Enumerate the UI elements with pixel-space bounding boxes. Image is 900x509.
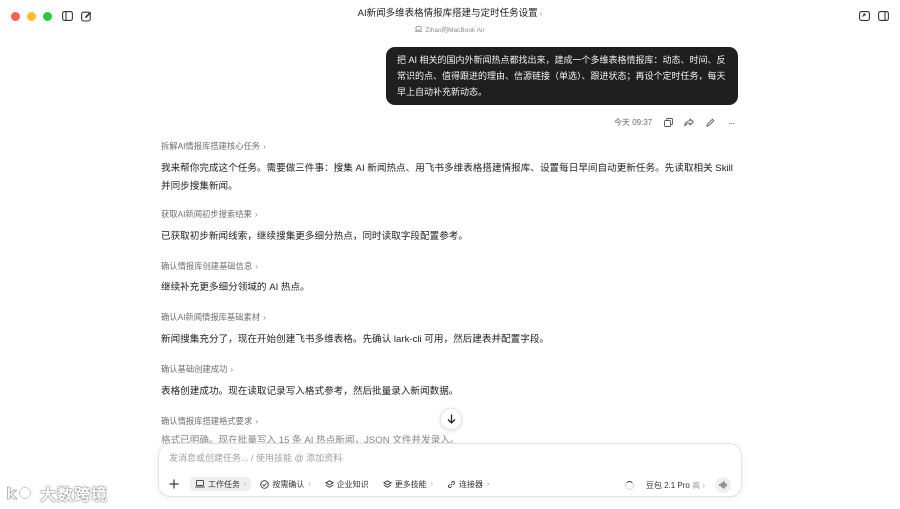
response-paragraph: 新闻搜集充分了，现在开始创建飞书多维表格。先确认 lark-cli 可用，然后建… bbox=[161, 334, 550, 345]
step-item[interactable]: 确认情报库搭建格式要求 › bbox=[161, 415, 258, 427]
watermark-text: 大数跨境 bbox=[40, 487, 109, 504]
add-attachment-button[interactable] bbox=[167, 477, 181, 491]
more-icon[interactable]: ··· bbox=[726, 118, 736, 128]
chip-label: 更多技能 bbox=[394, 479, 427, 489]
device-label: Zihao的MacBook Air bbox=[415, 24, 485, 34]
step-item[interactable]: 拆解AI情报库搭建核心任务 › bbox=[161, 140, 266, 152]
chevron-right-icon: › bbox=[539, 9, 543, 18]
chevron-right-icon: › bbox=[255, 416, 259, 426]
step-item[interactable]: 获取AI新闻初步搜索结果 › bbox=[161, 208, 258, 220]
chevron-right-icon: › bbox=[487, 480, 490, 488]
watermark: k 大数跨境 bbox=[6, 481, 108, 505]
edit-icon[interactable] bbox=[705, 118, 715, 128]
window-title-block: AI新闻多维表格情报库搭建与定时任务设置 › Zihao的MacBook Air bbox=[0, 5, 900, 37]
chevron-right-icon: › bbox=[702, 480, 705, 490]
chip-label: 工作任务 bbox=[208, 479, 240, 489]
window-title[interactable]: AI新闻多维表格情报库搭建与定时任务设置 › bbox=[0, 5, 900, 19]
user-message-bubble: 把 AI 相关的国内外新闻热点都找出来，建成一个多维表格情报库：动态、时间、反常… bbox=[386, 47, 738, 105]
chevron-right-icon: › bbox=[308, 480, 311, 488]
message-time: 今天 09:37 bbox=[614, 118, 653, 127]
step-label: 确认情报库创建基础信息 bbox=[161, 261, 253, 271]
step-label: 确认基础创建成功 bbox=[161, 364, 228, 374]
composer-toolbar: 工作任务 › 按需确认 › 企业知识 更多技能 › 连接器 › bbox=[167, 477, 498, 491]
model-tools: 豆包 2.1 Pro 高 › bbox=[624, 477, 731, 493]
model-selector[interactable]: 豆包 2.1 Pro 高 › bbox=[646, 480, 705, 491]
response-paragraph: 我来帮你完成这个任务。需要做三件事：搜集 AI 新闻热点、用飞书多维表格搭建情报… bbox=[161, 163, 733, 192]
panel-icon[interactable] bbox=[876, 9, 890, 23]
voice-input-button[interactable] bbox=[715, 477, 731, 493]
chevron-right-icon: › bbox=[255, 261, 259, 271]
model-name: 豆包 2.1 Pro bbox=[645, 480, 690, 490]
connector-chip[interactable]: 连接器 › bbox=[442, 477, 494, 491]
message-actions: 今天 09:37 ··· bbox=[614, 117, 736, 128]
step-item[interactable]: 确认情报库创建基础信息 › bbox=[161, 260, 258, 272]
step-item[interactable]: 确认AI新闻情报库基础素材 › bbox=[161, 311, 266, 323]
scroll-to-bottom-button[interactable] bbox=[440, 408, 462, 430]
step-item[interactable]: 确认基础创建成功 › bbox=[161, 363, 233, 375]
step-label: 确认情报库搭建格式要求 bbox=[161, 416, 253, 426]
user-message-text: 把 AI 相关的国内外新闻热点都找出来，建成一个多维表格情报库：动态、时间、反常… bbox=[397, 55, 726, 97]
forward-icon[interactable] bbox=[684, 118, 694, 128]
device-name: Zihao的MacBook Air bbox=[425, 27, 485, 34]
chevron-right-icon: › bbox=[263, 312, 266, 322]
chevron-right-icon: › bbox=[254, 209, 258, 219]
work-task-chip[interactable]: 工作任务 › bbox=[190, 477, 252, 491]
waveform-icon bbox=[719, 481, 726, 489]
message-input[interactable] bbox=[169, 453, 729, 463]
step-label: 确认AI新闻情报库基础素材 bbox=[161, 312, 261, 322]
layers-icon bbox=[382, 479, 392, 488]
copy-icon[interactable] bbox=[663, 118, 673, 128]
model-mode: 高 bbox=[692, 480, 701, 490]
layers-icon bbox=[324, 479, 334, 488]
svg-text:k: k bbox=[6, 484, 17, 503]
response-paragraph: 已获取初步新闻线索，继续搜集更多细分热点，同时读取字段配置参考。 bbox=[161, 231, 468, 242]
enterprise-knowledge-chip[interactable]: 企业知识 bbox=[320, 477, 374, 491]
plus-icon bbox=[169, 479, 179, 489]
more-skills-chip[interactable]: 更多技能 › bbox=[378, 477, 438, 491]
step-label: 获取AI新闻初步搜索结果 bbox=[161, 209, 252, 219]
chip-label: 企业知识 bbox=[336, 479, 369, 489]
chip-label: 连接器 bbox=[459, 479, 484, 489]
response-paragraph: 表格创建成功。现在读取记录写入格式参考，然后批量录入新闻数据。 bbox=[161, 386, 459, 397]
check-circle-icon bbox=[260, 479, 270, 489]
laptop-icon bbox=[195, 480, 205, 488]
chevron-right-icon: › bbox=[244, 480, 247, 488]
chip-label: 按需确认 bbox=[272, 479, 305, 489]
arrow-down-icon bbox=[447, 414, 455, 424]
chevron-right-icon: › bbox=[263, 141, 266, 151]
laptop-icon bbox=[415, 26, 423, 32]
chevron-right-icon: › bbox=[230, 364, 234, 374]
loading-spinner-icon bbox=[624, 480, 634, 490]
chevron-right-icon: › bbox=[430, 480, 434, 488]
share-icon[interactable] bbox=[857, 9, 871, 23]
response-paragraph: 继续补充更多细分领域的 AI 热点。 bbox=[161, 282, 310, 293]
window-title-text: AI新闻多维表格情报库搭建与定时任务设置 bbox=[357, 8, 538, 19]
link-icon bbox=[448, 480, 456, 488]
title-bar: AI新闻多维表格情报库搭建与定时任务设置 › Zihao的MacBook Air bbox=[0, 0, 900, 34]
message-composer: 工作任务› 按需确认› 企业知识 更多技能› 连接器› 豆包 2.1 Pro 高… bbox=[158, 443, 742, 497]
step-label: 拆解AI情报库搭建核心任务 bbox=[161, 141, 261, 151]
watermark-logo-icon: k bbox=[6, 484, 32, 503]
confirm-mode-chip[interactable]: 按需确认 › bbox=[255, 477, 315, 491]
